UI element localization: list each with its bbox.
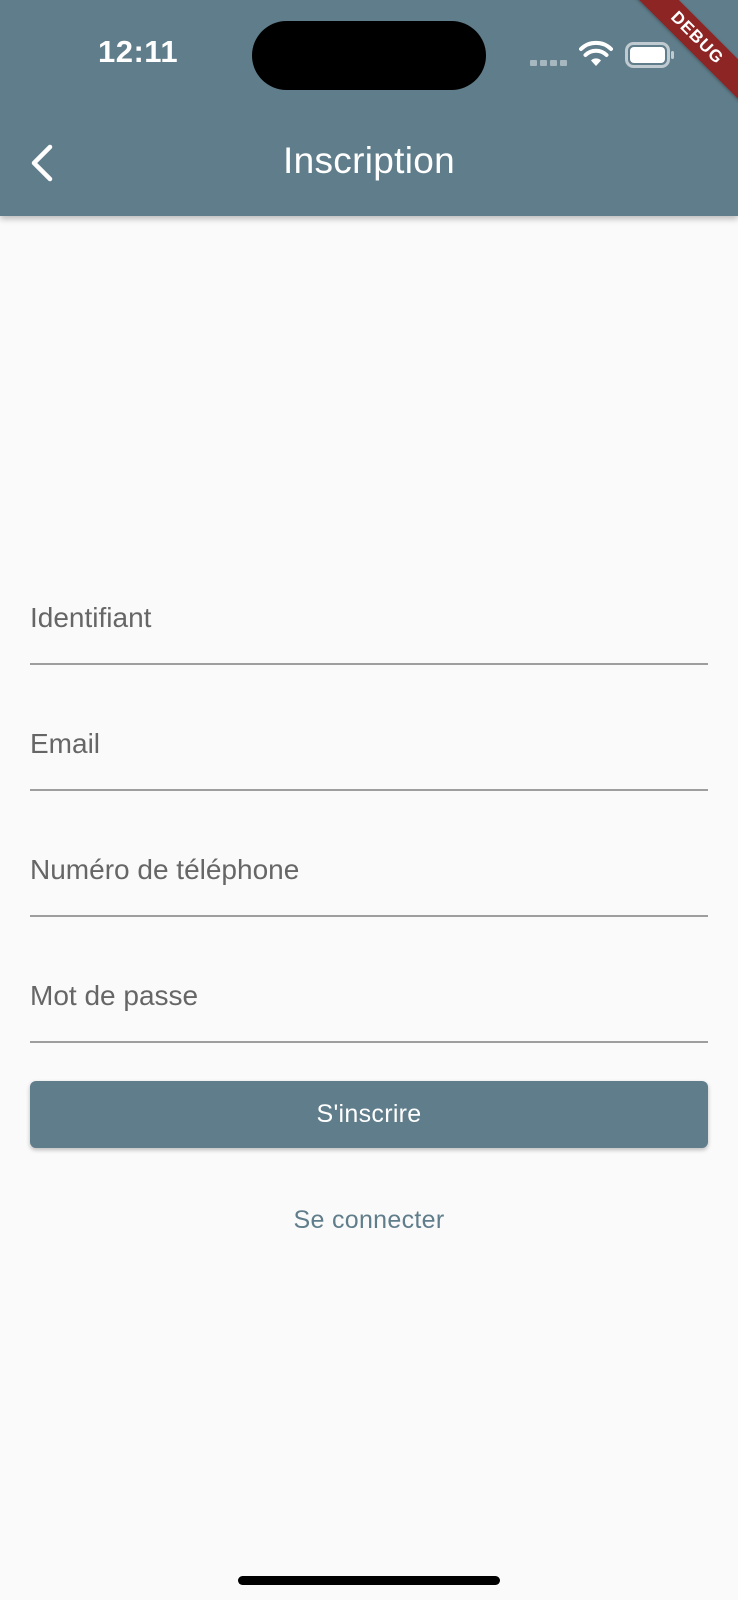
username-input[interactable] (30, 573, 708, 663)
login-link-button[interactable]: Se connecter (0, 1200, 738, 1240)
wifi-icon (579, 40, 613, 66)
app-bar: 12:11 DEBUG Inscription (0, 0, 738, 216)
username-field[interactable] (30, 573, 708, 665)
home-indicator[interactable] (238, 1576, 500, 1585)
status-time: 12:11 (98, 34, 179, 69)
phone-field[interactable] (30, 825, 708, 917)
register-button[interactable]: S'inscrire (30, 1081, 708, 1148)
email-field[interactable] (30, 699, 708, 791)
page-title: Inscription (283, 140, 455, 181)
password-input[interactable] (30, 951, 708, 1041)
battery-icon (625, 42, 674, 68)
dynamic-island (252, 21, 486, 90)
phone-input[interactable] (30, 825, 708, 915)
password-field[interactable] (30, 951, 708, 1043)
cellular-signal-icon (530, 60, 570, 68)
email-input[interactable] (30, 699, 708, 789)
